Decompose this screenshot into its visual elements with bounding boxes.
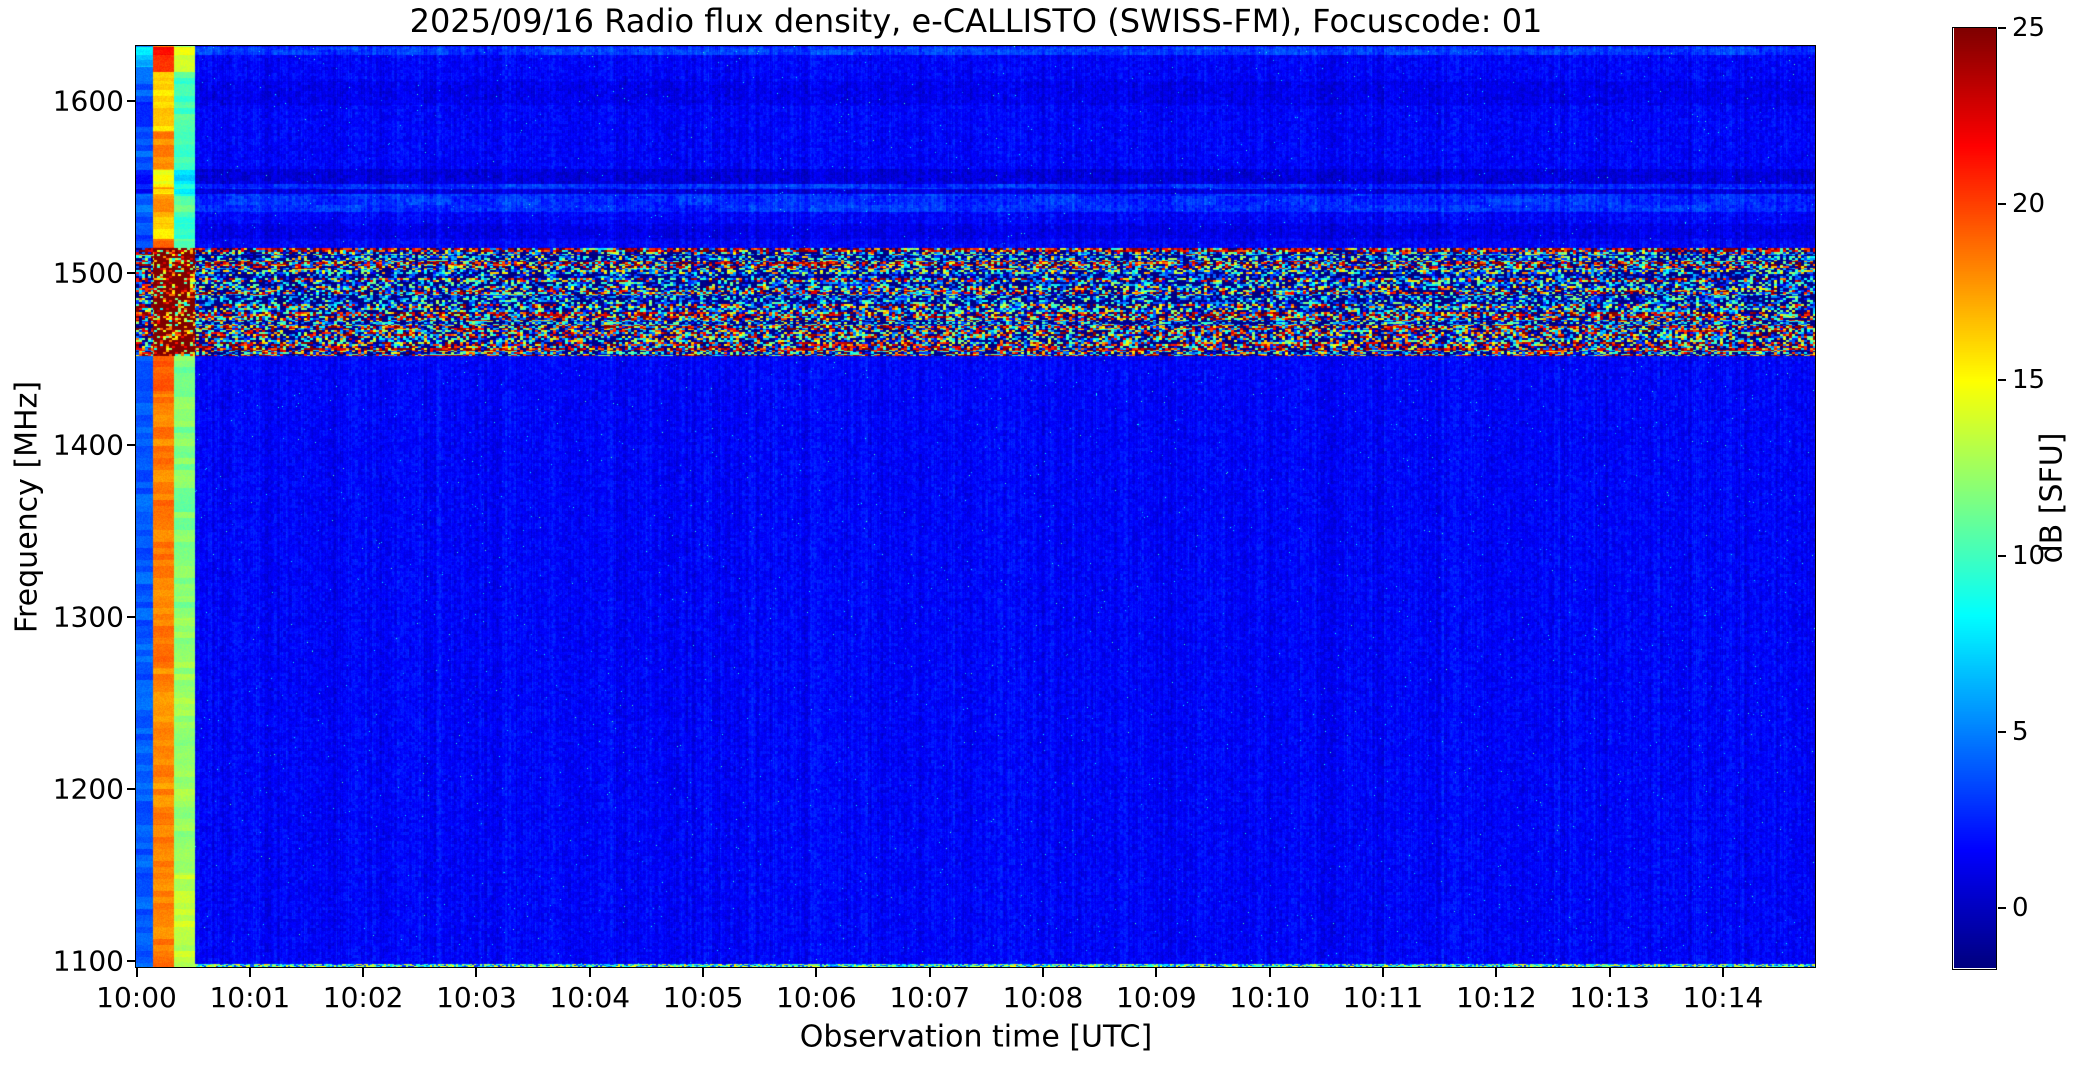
- x-tick-mark: [702, 968, 705, 977]
- x-tick-mark: [362, 968, 365, 977]
- colorbar-tick-label: 10: [2012, 541, 2046, 572]
- colorbar-tick-label: 5: [2012, 717, 2029, 748]
- x-tick-label: 10:13: [1569, 981, 1650, 1014]
- y-tick-mark: [127, 444, 136, 446]
- y-tick-mark: [127, 787, 136, 790]
- x-tick-label: 10:03: [436, 981, 517, 1014]
- y-tick-label: 1500: [52, 256, 124, 290]
- x-tick-mark: [1721, 968, 1724, 977]
- x-tick-mark: [815, 968, 818, 977]
- chart-title: 2025/09/16 Radio flux density, e-CALLIST…: [409, 2, 1543, 40]
- colorbar-tick-label: 20: [2012, 189, 2046, 220]
- colorbar-tick-mark: [1998, 731, 2006, 734]
- x-tick-label: 10:04: [549, 981, 631, 1014]
- x-tick-label: 10:12: [1455, 981, 1537, 1014]
- colorbar-tick-mark: [1998, 555, 2006, 558]
- x-tick-label: 10:11: [1342, 981, 1424, 1014]
- x-tick-mark: [1042, 968, 1045, 977]
- x-tick-label: 10:01: [209, 981, 291, 1014]
- colorbar-gradient: [1954, 28, 1996, 968]
- colorbar-tick-mark: [1998, 907, 2006, 910]
- y-tick-mark: [127, 959, 136, 962]
- y-tick-label: 1200: [52, 772, 124, 806]
- x-tick-mark: [248, 968, 251, 977]
- x-tick-label: 10:05: [662, 981, 744, 1014]
- y-tick-label: 1400: [52, 428, 124, 462]
- x-axis-label: Observation time [UTC]: [799, 1019, 1153, 1055]
- x-tick-label: 10:06: [776, 981, 857, 1014]
- y-tick-label: 1100: [52, 944, 124, 978]
- spectrogram-figure: 2025/09/16 Radio flux density, e-CALLIST…: [0, 0, 2082, 1067]
- x-tick-mark: [1608, 968, 1611, 977]
- y-tick-mark: [127, 100, 136, 103]
- x-tick-mark: [475, 968, 478, 977]
- x-tick-label: 10:02: [322, 981, 404, 1014]
- x-tick-label: 10:09: [1116, 981, 1197, 1014]
- y-tick-label: 1300: [52, 600, 124, 634]
- x-tick-mark: [1155, 968, 1158, 977]
- colorbar-tick-label: 0: [2012, 893, 2029, 924]
- x-tick-label: 10:00: [96, 981, 177, 1014]
- x-tick-label: 10:10: [1229, 981, 1311, 1014]
- colorbar-tick-label: 15: [2012, 365, 2046, 396]
- x-tick-label: 10:08: [1002, 981, 1084, 1014]
- spectrogram-heatmap: [136, 46, 1815, 967]
- colorbar-tick-mark: [1998, 27, 2006, 29]
- x-tick-mark: [588, 968, 591, 977]
- colorbar-tick-mark: [1998, 379, 2006, 382]
- y-tick-label: 1600: [52, 84, 124, 118]
- x-tick-mark: [1268, 968, 1271, 977]
- x-tick-mark: [1495, 968, 1498, 977]
- x-tick-mark: [1382, 968, 1384, 977]
- x-tick-label: 10:07: [889, 981, 971, 1014]
- x-tick-label: 10:14: [1682, 981, 1764, 1014]
- y-tick-mark: [127, 616, 136, 618]
- x-tick-mark: [928, 968, 931, 977]
- y-axis-label: Frequency [MHz]: [9, 380, 45, 634]
- colorbar-tick-label: 25: [2012, 13, 2046, 43]
- x-tick-mark: [135, 968, 138, 977]
- y-tick-mark: [127, 272, 136, 275]
- colorbar-tick-mark: [1998, 203, 2006, 206]
